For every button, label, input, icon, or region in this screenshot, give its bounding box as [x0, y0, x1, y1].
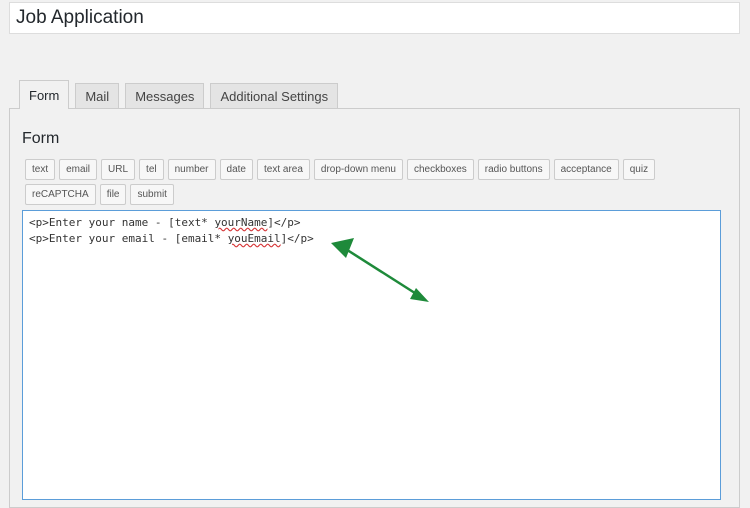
form-template-editor[interactable]: <p>Enter your name - [text* yourName]</p… [22, 210, 721, 500]
tag-button-email[interactable]: email [59, 159, 98, 180]
editor-line-2: <p>Enter your email - [email* youEmail]<… [29, 231, 714, 247]
tag-button-date[interactable]: date [219, 159, 253, 180]
section-title: Form [22, 130, 60, 147]
editor-line-1-start: <p>Enter your name - [text* [29, 216, 215, 229]
spellcheck-word-youemail: youEmail [227, 232, 281, 245]
tab-mail[interactable]: Mail [75, 83, 120, 109]
form-title-input[interactable]: Job Application [9, 2, 740, 34]
tag-button-file[interactable]: file [99, 184, 127, 205]
tab-messages[interactable]: Messages [125, 83, 205, 109]
tag-button-text-area[interactable]: text area [256, 159, 310, 180]
tag-button-recaptcha[interactable]: reCAPTCHA [25, 184, 96, 205]
editor-line-1: <p>Enter your name - [text* yourName]</p… [29, 215, 714, 231]
editor-line-1-end: ]</p> [267, 216, 301, 229]
tag-button-submit[interactable]: submit [130, 184, 174, 205]
tag-button-drop-down-menu[interactable]: drop-down menu [313, 159, 403, 180]
tab-additional-settings[interactable]: Additional Settings [210, 83, 339, 109]
tag-button-number[interactable]: number [167, 159, 216, 180]
tag-button-text[interactable]: text [25, 159, 56, 180]
tag-button-checkboxes[interactable]: checkboxes [406, 159, 474, 180]
tab-form[interactable]: Form [19, 80, 70, 109]
tag-button-url[interactable]: URL [101, 159, 136, 180]
tag-button-tel[interactable]: tel [139, 159, 164, 180]
editor-line-2-start: <p>Enter your email - [email* [29, 232, 228, 245]
tag-button-quiz[interactable]: quiz [622, 159, 656, 180]
tab-bar: Form Mail Messages Additional Settings [19, 80, 344, 109]
spellcheck-word-yourname: yourName [214, 216, 268, 229]
tag-generator-buttons: text email URL tel number date text area… [25, 159, 725, 209]
tag-button-radio-buttons[interactable]: radio buttons [477, 159, 550, 180]
editor-line-2-end: ]</p> [280, 232, 314, 245]
tag-button-acceptance[interactable]: acceptance [553, 159, 619, 180]
